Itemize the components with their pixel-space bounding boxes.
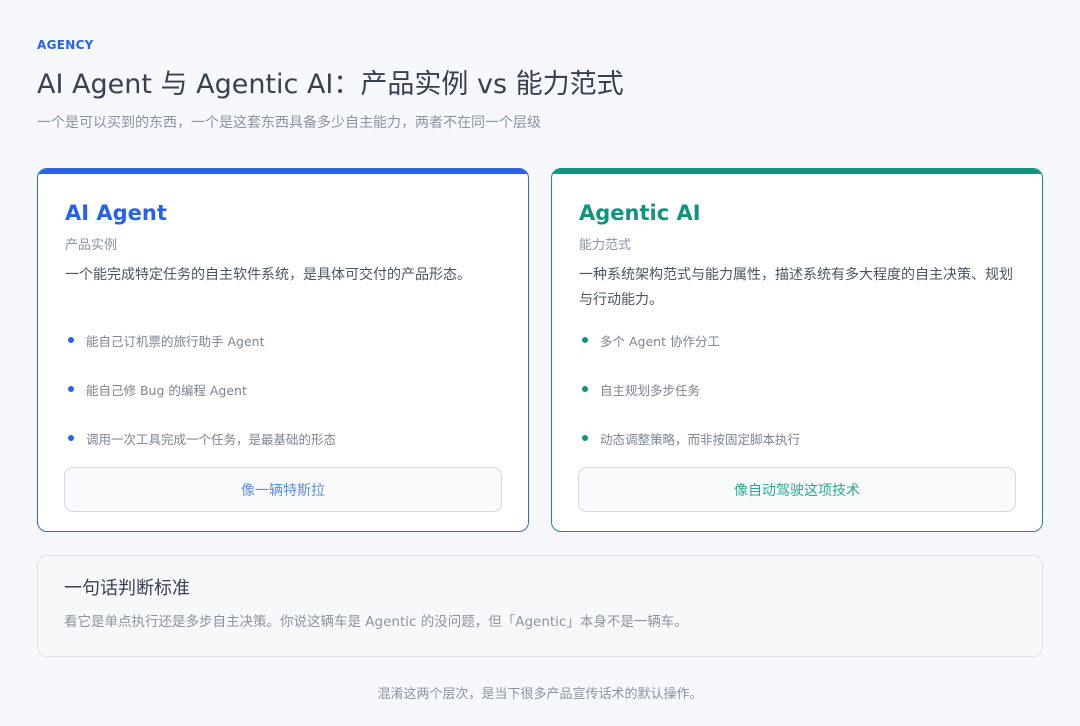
list-item-text: 能自己修 Bug 的编程 Agent: [86, 383, 247, 398]
card-kind: 产品实例: [65, 238, 118, 253]
bullet-dot-icon: [582, 386, 588, 392]
list-item: 能自己修 Bug 的编程 Agent: [65, 380, 336, 429]
bullet-dot-icon: [582, 435, 588, 441]
page-title: AI Agent 与 Agentic AI：产品实例 vs 能力范式: [37, 69, 624, 100]
summary-text: 看它是单点执行还是多步自主决策。你说这辆车是 Agentic 的没问题，但「Ag…: [64, 614, 688, 630]
agentic-ai-card: Agentic AI 能力范式 一种系统架构范式与能力属性，描述系统有多大程度的…: [551, 168, 1043, 532]
list-item-text: 动态调整策略，而非按固定脚本执行: [600, 432, 801, 447]
list-item-text: 多个 Agent 协作分工: [600, 334, 720, 349]
card-description: 一个能完成特定任务的自主软件系统，是具体可交付的产品形态。: [65, 267, 471, 283]
summary-title: 一句话判断标准: [64, 578, 190, 599]
card-bullet-list: 多个 Agent 协作分工 自主规划多步任务 动态调整策略，而非按固定脚本执行: [579, 331, 800, 478]
list-item-text: 能自己订机票的旅行助手 Agent: [86, 334, 265, 349]
bullet-dot-icon: [68, 337, 74, 343]
card-kind: 能力范式: [579, 238, 632, 253]
bullet-dot-icon: [68, 435, 74, 441]
card-accent-bar: [552, 169, 1042, 174]
list-item-text: 调用一次工具完成一个任务，是最基础的形态: [86, 432, 337, 447]
analogy-pill: 像自动驾驶这项技术: [578, 467, 1016, 512]
list-item-text: 自主规划多步任务: [600, 383, 701, 398]
bullet-dot-icon: [68, 386, 74, 392]
list-item: 多个 Agent 协作分工: [579, 331, 800, 380]
card-title: AI Agent: [65, 201, 167, 225]
ai-agent-card: AI Agent 产品实例 一个能完成特定任务的自主软件系统，是具体可交付的产品…: [37, 168, 529, 532]
analogy-pill: 像一辆特斯拉: [64, 467, 502, 512]
card-bullet-list: 能自己订机票的旅行助手 Agent 能自己修 Bug 的编程 Agent 调用一…: [65, 331, 336, 478]
footer-note: 混淆这两个层次，是当下很多产品宣传话术的默认操作。: [377, 687, 703, 702]
bullet-dot-icon: [582, 337, 588, 343]
list-item: 自主规划多步任务: [579, 380, 800, 429]
card-title: Agentic AI: [579, 201, 701, 225]
card-description: 一种系统架构范式与能力属性，描述系统有多大程度的自主决策、规划与行动能力。: [579, 267, 1013, 308]
list-item: 能自己订机票的旅行助手 Agent: [65, 331, 336, 380]
card-accent-bar: [38, 169, 528, 174]
eyebrow-label: AGENCY: [37, 38, 94, 52]
summary-box: 一句话判断标准 看它是单点执行还是多步自主决策。你说这辆车是 Agentic 的…: [37, 555, 1043, 657]
page-subtitle: 一个是可以买到的东西，一个是这套东西具备多少自主能力，两者不在同一个层级: [37, 115, 541, 131]
